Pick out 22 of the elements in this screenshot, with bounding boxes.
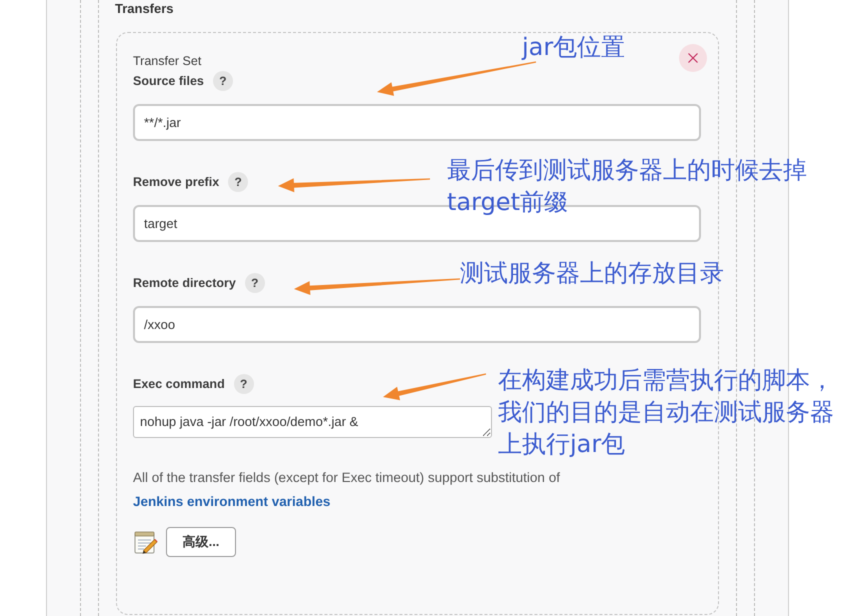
help-button[interactable]: ? bbox=[244, 273, 265, 293]
card-title: Transfer Set bbox=[133, 53, 202, 70]
help-button[interactable]: ? bbox=[234, 374, 254, 394]
field-label: Remove prefix bbox=[133, 175, 220, 189]
notepad-pencil-icon bbox=[134, 530, 158, 554]
text-field[interactable]: **/*.jar bbox=[133, 104, 701, 141]
environment-variables-link[interactable]: Jenkins environment variables bbox=[133, 494, 330, 509]
section-title: Transfers bbox=[115, 1, 174, 17]
field-label: Source files bbox=[133, 74, 204, 88]
callout-text: jar包位置 bbox=[522, 32, 626, 63]
callout-text: 在构建成功后需营执行的脚本，我们的目的是自动在测试服务器上执行jar包 bbox=[498, 365, 835, 460]
help-button[interactable]: ? bbox=[212, 71, 233, 91]
substitution-note: All of the transfer fields (except for Exec timeout) support substitution of Jenkins environment variables bbox=[133, 469, 561, 511]
close-icon bbox=[688, 53, 698, 63]
command-textarea[interactable]: nohup java -jar /root/xxoo/demo*.jar & bbox=[133, 406, 492, 438]
advanced-button[interactable]: 高级... bbox=[166, 527, 236, 557]
callout-text: 测试服务器上的存放目录 bbox=[460, 258, 724, 289]
field-label: Remote directory bbox=[133, 276, 236, 290]
help-button[interactable]: ? bbox=[228, 172, 248, 192]
close-button[interactable] bbox=[679, 44, 707, 72]
field-label: Exec command bbox=[133, 377, 225, 391]
text-field[interactable]: /xxoo bbox=[133, 306, 701, 343]
